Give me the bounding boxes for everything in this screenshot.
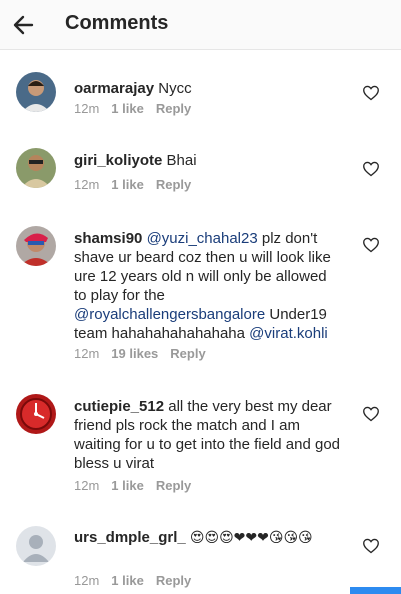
comment-time: 12m xyxy=(74,573,100,588)
comment-body: cutiepie_512 all the very best my dear f… xyxy=(74,397,342,473)
avatar[interactable] xyxy=(16,226,56,266)
comment-meta: 12m 1 like Reply xyxy=(74,573,203,588)
floating-action-button[interactable] xyxy=(350,587,401,594)
comment-meta: 12m 1 like Reply xyxy=(74,101,203,116)
mention-link[interactable]: @yuzi_chahal23 xyxy=(147,230,258,247)
avatar[interactable] xyxy=(16,148,56,188)
comment-meta: 12m 19 likes Reply xyxy=(74,346,218,361)
mention-link[interactable]: @royalchallengersbangalore xyxy=(74,306,265,323)
comment-time: 12m xyxy=(74,478,100,493)
reply-button[interactable]: Reply xyxy=(156,573,191,588)
heart-icon[interactable] xyxy=(362,538,380,554)
comment-text: Nycc xyxy=(158,80,192,97)
comment-body: giri_koliyote Bhai xyxy=(74,151,342,170)
avatar[interactable] xyxy=(16,526,56,566)
comment-text: Bhai xyxy=(166,152,197,169)
heart-icon[interactable] xyxy=(362,406,380,422)
comment-body: shamsi90 @yuzi_chahal23 plz don't shave … xyxy=(74,229,342,343)
comment-time: 12m xyxy=(74,346,100,361)
comment-time: 12m xyxy=(74,177,100,192)
top-bar: Comments xyxy=(0,0,401,50)
comment-body: urs_dmple_grl_ 😍😍😍❤❤❤😘😘😘 xyxy=(74,528,342,548)
comment-username[interactable]: urs_dmple_grl_ xyxy=(74,529,186,546)
reply-button[interactable]: Reply xyxy=(156,177,191,192)
comment-likes[interactable]: 1 like xyxy=(111,478,144,493)
back-arrow-icon[interactable] xyxy=(10,11,38,39)
comment-likes[interactable]: 19 likes xyxy=(111,346,158,361)
avatar[interactable] xyxy=(16,72,56,112)
heart-icon[interactable] xyxy=(362,161,380,177)
comment-username[interactable]: oarmarajay xyxy=(74,80,154,97)
comment-username[interactable]: giri_koliyote xyxy=(74,152,162,169)
heart-icon[interactable] xyxy=(362,237,380,253)
comment-likes[interactable]: 1 like xyxy=(111,101,144,116)
mention-link[interactable]: @virat.kohli xyxy=(249,325,328,342)
comment-username[interactable]: shamsi90 xyxy=(74,230,142,247)
comment-body: oarmarajay Nycc xyxy=(74,79,342,98)
avatar[interactable] xyxy=(16,394,56,434)
comment-likes[interactable]: 1 like xyxy=(111,177,144,192)
comment-username[interactable]: cutiepie_512 xyxy=(74,398,164,415)
comment-likes[interactable]: 1 like xyxy=(111,573,144,588)
comment-meta: 12m 1 like Reply xyxy=(74,177,203,192)
reply-button[interactable]: Reply xyxy=(170,346,205,361)
heart-icon[interactable] xyxy=(362,85,380,101)
reply-button[interactable]: Reply xyxy=(156,101,191,116)
comment-meta: 12m 1 like Reply xyxy=(74,478,203,493)
comment-time: 12m xyxy=(74,101,100,116)
page-title: Comments xyxy=(65,12,169,34)
comment-emoji-text: 😍😍😍❤❤❤😘😘😘 xyxy=(189,530,313,546)
reply-button[interactable]: Reply xyxy=(156,478,191,493)
